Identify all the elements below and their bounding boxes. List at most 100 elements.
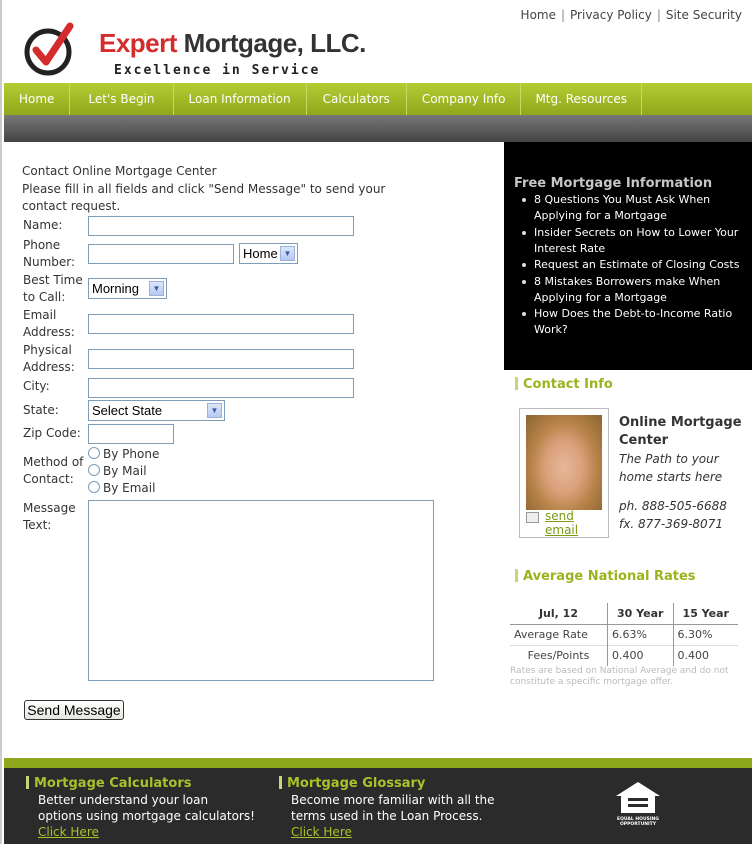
- nav-calculators[interactable]: Calculators: [307, 83, 407, 115]
- method-mail-radio[interactable]: By Mail: [88, 464, 147, 478]
- state-label: State:: [23, 403, 59, 417]
- footer-stripe: [4, 758, 752, 768]
- company-name: Online Mortgage Center: [619, 415, 742, 448]
- top-link-privacy[interactable]: Privacy Policy: [570, 8, 652, 22]
- footer-glossary-link[interactable]: Click Here: [279, 824, 499, 840]
- send-message-button[interactable]: Send Message: [24, 700, 124, 720]
- method-email-label: By Email: [103, 481, 156, 495]
- method-mail-label: By Mail: [103, 464, 147, 478]
- checkmark-logo-icon: [24, 22, 74, 76]
- brand-dark: Mortgage, LLC.: [183, 28, 367, 58]
- rates-col-30yr: 30 Year: [607, 603, 674, 625]
- form-instructions: Please fill in all fields and click "Sen…: [22, 181, 386, 214]
- rates-date: Jul, 12: [510, 603, 608, 625]
- physical-address-input[interactable]: [88, 349, 354, 369]
- envelope-icon: [526, 512, 539, 523]
- rates-disclaimer: Rates are based on National Average and …: [510, 666, 729, 687]
- send-email-link[interactable]: send email: [545, 509, 608, 537]
- house-icon: [616, 782, 660, 813]
- rate-label: Average Rate: [510, 624, 608, 645]
- method-label: Method of Contact:: [23, 455, 84, 486]
- radio-circle[interactable]: [88, 481, 100, 493]
- rates-col-15yr: 15 Year: [673, 603, 738, 625]
- free-info-link[interactable]: 8 Mistakes Borrowers make When Applying …: [520, 274, 750, 306]
- email-input[interactable]: [88, 314, 354, 334]
- nav-loan-information[interactable]: Loan Information: [174, 83, 307, 115]
- footer-glossary: Mortgage Glossary Become more familiar w…: [279, 776, 499, 840]
- eho-line2: OPPORTUNITY: [619, 822, 656, 827]
- footer-calc-link[interactable]: Click Here: [26, 824, 256, 840]
- method-email-radio[interactable]: By Email: [88, 481, 155, 495]
- tagline: Excellence in Service: [114, 63, 321, 78]
- radio-circle[interactable]: [88, 464, 100, 476]
- fax-number: fx. 877-369-8071: [619, 517, 723, 531]
- rates-table: Jul, 12 30 Year 15 Year Average Rate 6.6…: [510, 603, 738, 666]
- top-link-home[interactable]: Home: [521, 8, 556, 22]
- title-bar: [26, 776, 29, 789]
- zip-input[interactable]: [88, 424, 174, 444]
- phone-label: Phone Number:: [23, 238, 76, 269]
- footer-calc-title: Mortgage Calculators: [26, 776, 256, 792]
- message-textarea[interactable]: [88, 500, 434, 681]
- physical-address-label: Physical Address:: [23, 343, 75, 374]
- contact-info-title-text: Contact Info: [523, 377, 613, 392]
- city-label: City:: [23, 379, 50, 393]
- table-row: Fees/Points 0.400 0.400: [510, 644, 738, 666]
- rates-title-text: Average National Rates: [523, 569, 696, 584]
- footer: Mortgage Calculators Better understand y…: [4, 758, 752, 844]
- title-bar: [515, 569, 518, 582]
- table-row: Average Rate 6.63% 6.30%: [510, 624, 738, 645]
- message-label: Message Text:: [23, 501, 76, 532]
- phone-type-select[interactable]: Home ▼: [239, 243, 298, 264]
- phone-input[interactable]: [88, 244, 234, 264]
- rate-value: 6.63%: [607, 624, 674, 645]
- rates-title: Average National Rates: [515, 569, 696, 584]
- chevron-down-icon: ▼: [207, 403, 222, 418]
- sub-nav-bar: [4, 115, 752, 142]
- name-input[interactable]: [88, 216, 354, 236]
- phone-type-value: Home: [243, 246, 278, 261]
- contact-info-title: Contact Info: [515, 377, 613, 392]
- top-link-security[interactable]: Site Security: [666, 8, 742, 22]
- slogan: The Path to your home starts here: [619, 452, 723, 484]
- agent-photo-frame: send email: [519, 408, 609, 538]
- city-input[interactable]: [88, 378, 354, 398]
- chevron-down-icon: ▼: [149, 281, 164, 296]
- nav-mtg-resources[interactable]: Mtg. Resources: [521, 83, 643, 115]
- footer-calc-text: Better understand your loan options usin…: [38, 793, 255, 823]
- brand-red: Expert: [99, 28, 177, 58]
- state-select[interactable]: Select State ▼: [88, 400, 225, 421]
- brand-name: Expert Mortgage, LLC.: [99, 28, 366, 59]
- rate-value: 6.30%: [677, 628, 713, 641]
- title-bar: [515, 377, 518, 390]
- radio-circle[interactable]: [88, 447, 100, 459]
- nav-company-info[interactable]: Company Info: [407, 83, 522, 115]
- best-time-value: Morning: [92, 281, 139, 296]
- chevron-down-icon: ▼: [280, 246, 295, 261]
- rate-value: 0.400: [607, 644, 674, 666]
- state-value: Select State: [92, 403, 163, 418]
- email-label: Email Address:: [23, 308, 75, 339]
- page: Home | Privacy Policy | Site Security Expert…: [0, 0, 752, 844]
- equal-housing-logo: EQUAL HOUSING OPPORTUNITY: [612, 780, 664, 828]
- footer-calc-title-text: Mortgage Calculators: [34, 776, 192, 791]
- phone-number: ph. 888-505-6688: [619, 499, 727, 513]
- free-info-title: Free Mortgage Information: [514, 176, 713, 191]
- main-nav: Home Let's Begin Loan Information Calcul…: [4, 83, 752, 115]
- free-info-link[interactable]: Request an Estimate of Closing Costs: [520, 257, 750, 273]
- best-time-select[interactable]: Morning ▼: [88, 278, 167, 299]
- top-links: Home | Privacy Policy | Site Security: [520, 8, 742, 22]
- footer-glossary-title: Mortgage Glossary: [279, 776, 499, 792]
- nav-lets-begin[interactable]: Let's Begin: [70, 83, 174, 115]
- zip-label: Zip Code:: [23, 426, 81, 440]
- free-info-link[interactable]: Insider Secrets on How to Lower Your Int…: [520, 225, 750, 257]
- free-info-link[interactable]: 8 Questions You Must Ask When Applying f…: [520, 192, 750, 224]
- name-label: Name:: [23, 218, 63, 232]
- form-title: Contact Online Mortgage Center: [22, 164, 217, 178]
- contact-form: Contact Online Mortgage Center Please fi…: [22, 163, 492, 216]
- contact-details: Online Mortgage Center The Path to your …: [619, 414, 752, 533]
- method-phone-radio[interactable]: By Phone: [88, 447, 159, 461]
- nav-home[interactable]: Home: [4, 83, 71, 115]
- free-info-link[interactable]: How Does the Debt-to-Income Ratio Work?: [520, 306, 750, 338]
- rate-value: 0.400: [673, 644, 738, 666]
